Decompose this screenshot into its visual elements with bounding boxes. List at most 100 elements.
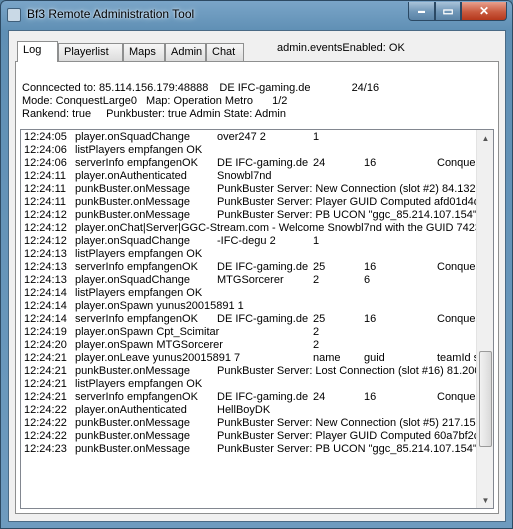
log-tab-panel: Conncected to: 85.114.156.179:48888 DE I… <box>15 61 499 514</box>
log-event: serverInfo empfangenOK <box>75 313 198 325</box>
log-detail-4: ConquestLarge0 <box>437 313 476 325</box>
log-timestamp: 12:24:23 <box>24 443 67 455</box>
log-event: listPlayers empfangen OK <box>75 144 203 156</box>
minimize-icon: ▬ <box>418 7 425 15</box>
log-event: player.onSpawn MTGSorcerer <box>75 339 223 351</box>
log-event: player.onChat|Server|GGC-Stream.com - We… <box>75 222 476 234</box>
log-detail-1: DE IFC-gaming.de <box>217 313 309 325</box>
log-detail-4: teamId squ <box>437 352 476 364</box>
log-timestamp: 12:24:21 <box>24 391 67 403</box>
log-event: player.onLeave yunus20015891 7 <box>75 352 241 364</box>
log-event: player.onSquadChange <box>75 235 190 247</box>
minimize-button[interactable]: ▬ <box>408 2 435 21</box>
log-event: player.onSpawn Cpt_Scimitar <box>75 326 220 338</box>
log-entry[interactable]: 12:24:11 punkBuster.onMessage PunkBuster S… <box>21 183 476 196</box>
log-detail-3: guid <box>364 352 385 364</box>
log-detail-2: 25 <box>313 261 326 273</box>
log-entry[interactable]: 12:24:11 player.onAuthenticated Snowbl7nd <box>21 170 476 183</box>
log-timestamp: 12:24:12 <box>24 222 67 234</box>
round-counter: 1/2 <box>272 95 288 107</box>
scrollbar-thumb[interactable] <box>479 351 492 447</box>
maximize-button[interactable]: ▭ <box>435 2 461 21</box>
log-detail-3: 16 <box>364 157 377 169</box>
log-detail-1: MTGSorcerer <box>217 274 284 286</box>
title-bar[interactable]: Bf3 Remote Administration Tool ▬ ▭ ✕ <box>1 1 512 29</box>
window-title: Bf3 Remote Administration Tool <box>27 7 195 21</box>
log-entry[interactable]: 12:24:13 serverInfo empfangenOK DE IFC-gam… <box>21 261 476 274</box>
log-event: listPlayers empfangen OK <box>75 378 203 390</box>
log-detail-1: PunkBuster Server: Player GUID Computed … <box>217 196 476 208</box>
log-detail-3: 16 <box>364 261 377 273</box>
log-detail-2: 24 <box>313 157 326 169</box>
player-count: 24/16 <box>351 82 380 94</box>
tab-maps[interactable]: Maps <box>123 43 165 61</box>
log-detail-1: PunkBuster Server: Player GUID Computed … <box>217 430 476 442</box>
log-detail-2: 2 <box>313 274 320 286</box>
log-detail-1: PunkBuster Server: Lost Connection (slot… <box>217 365 476 377</box>
log-entry[interactable]: 12:24:12 player.onChat|Server|GGC-Stream.… <box>21 222 476 235</box>
log-event: punkBuster.onMessage <box>75 196 190 208</box>
log-timestamp: 12:24:14 <box>24 300 67 312</box>
vertical-scrollbar[interactable]: ▲ ▼ <box>476 130 493 508</box>
log-entry[interactable]: 12:24:14 listPlayers empfangen OK <box>21 287 476 300</box>
log-detail-1: HellBoyDK <box>217 404 271 416</box>
main-window: Bf3 Remote Administration Tool ▬ ▭ ✕ Log… <box>0 0 513 529</box>
log-entry[interactable]: 12:24:05 player.onSquadChange over247 2 1 <box>21 131 476 144</box>
log-entry[interactable]: 12:24:13 listPlayers empfangen OK <box>21 248 476 261</box>
log-detail-3: 6 <box>364 274 371 286</box>
log-event: serverInfo empfangenOK <box>75 261 198 273</box>
log-entry[interactable]: 12:24:06 listPlayers empfangen OK <box>21 144 476 157</box>
log-timestamp: 12:24:14 <box>24 287 67 299</box>
log-entry[interactable]: 12:24:12 player.onSquadChange -IFC-degu 2 1 <box>21 235 476 248</box>
log-entry[interactable]: 12:24:11 punkBuster.onMessage PunkBuster S… <box>21 196 476 209</box>
log-detail-2: 1 <box>313 131 320 143</box>
log-entry[interactable]: 12:24:21 player.onLeave yunus20015891 7 na… <box>21 352 476 365</box>
tab-admin[interactable]: Admin <box>165 43 206 61</box>
log-detail-2: 1 <box>313 235 320 247</box>
log-entry[interactable]: 12:24:12 punkBuster.onMessage PunkBuster S… <box>21 209 476 222</box>
log-entry[interactable]: 12:24:14 player.onSpawn yunus20015891 1 <box>21 300 476 313</box>
log-event: punkBuster.onMessage <box>75 417 190 429</box>
log-entry[interactable]: 12:24:19 player.onSpawn Cpt_Scimitar 2 <box>21 326 476 339</box>
log-entry[interactable]: 12:24:22 player.onAuthenticated HellBoyDK <box>21 404 476 417</box>
log-entry[interactable]: 12:24:22 punkBuster.onMessage PunkBuster S… <box>21 417 476 430</box>
scroll-down-icon: ▼ <box>481 495 490 505</box>
log-detail-1: Snowbl7nd <box>217 170 272 182</box>
log-entry[interactable]: 12:24:13 player.onSquadChange MTGSorcerer 2… <box>21 274 476 287</box>
log-entry[interactable]: 12:24:06 serverInfo empfangenOK DE IFC-gam… <box>21 157 476 170</box>
log-entry[interactable]: 12:24:20 player.onSpawn MTGSorcerer 2 <box>21 339 476 352</box>
server-name: DE IFC-gaming.de <box>219 82 311 94</box>
log-list[interactable]: 12:24:05 player.onSquadChange over247 2 1 12… <box>20 129 494 509</box>
log-timestamp: 12:24:05 <box>24 131 67 143</box>
scroll-up-icon: ▲ <box>481 133 490 143</box>
log-entry[interactable]: 12:24:21 listPlayers empfangen OK <box>21 378 476 391</box>
app-icon <box>7 8 21 22</box>
scroll-up-button[interactable]: ▲ <box>478 130 493 146</box>
log-event: punkBuster.onMessage <box>75 209 190 221</box>
tab-chat[interactable]: Chat <box>206 43 244 61</box>
ranked-status: Rankend: true <box>22 108 92 120</box>
log-entry[interactable]: 12:24:23 punkBuster.onMessage PunkBuster S… <box>21 443 476 456</box>
log-event: player.onAuthenticated <box>75 404 187 416</box>
log-entry[interactable]: 12:24:21 punkBuster.onMessage PunkBuster S… <box>21 365 476 378</box>
log-timestamp: 12:24:11 <box>24 170 67 182</box>
log-event: punkBuster.onMessage <box>75 443 190 455</box>
client-area: Log Playerlist Maps Admin Chat admin.eve… <box>8 30 506 522</box>
log-detail-2: 2 <box>313 339 320 351</box>
game-mode: Mode: ConquestLarge0 <box>22 95 137 107</box>
log-detail-4: ConquestLarge0 <box>437 391 476 403</box>
log-entry[interactable]: 12:24:14 serverInfo empfangenOK DE IFC-gam… <box>21 313 476 326</box>
tab-playerlist[interactable]: Playerlist <box>58 43 123 61</box>
scroll-down-button[interactable]: ▼ <box>478 492 493 508</box>
log-timestamp: 12:24:13 <box>24 274 67 286</box>
log-detail-1: PunkBuster Server: PB UCON "ggc_85.214.1… <box>217 443 476 455</box>
log-detail-1: DE IFC-gaming.de <box>217 157 309 169</box>
log-detail-1: PunkBuster Server: PB UCON "ggc_85.214.1… <box>217 209 476 221</box>
log-entry[interactable]: 12:24:21 serverInfo empfangenOK DE IFC-gam… <box>21 391 476 404</box>
log-detail-3: 16 <box>364 313 377 325</box>
log-event: player.onSpawn yunus20015891 1 <box>75 300 244 312</box>
tab-log[interactable]: Log <box>17 41 58 62</box>
close-button[interactable]: ✕ <box>461 2 507 21</box>
log-lines: 12:24:05 player.onSquadChange over247 2 1 12… <box>21 131 476 456</box>
log-entry[interactable]: 12:24:22 punkBuster.onMessage PunkBuster S… <box>21 430 476 443</box>
